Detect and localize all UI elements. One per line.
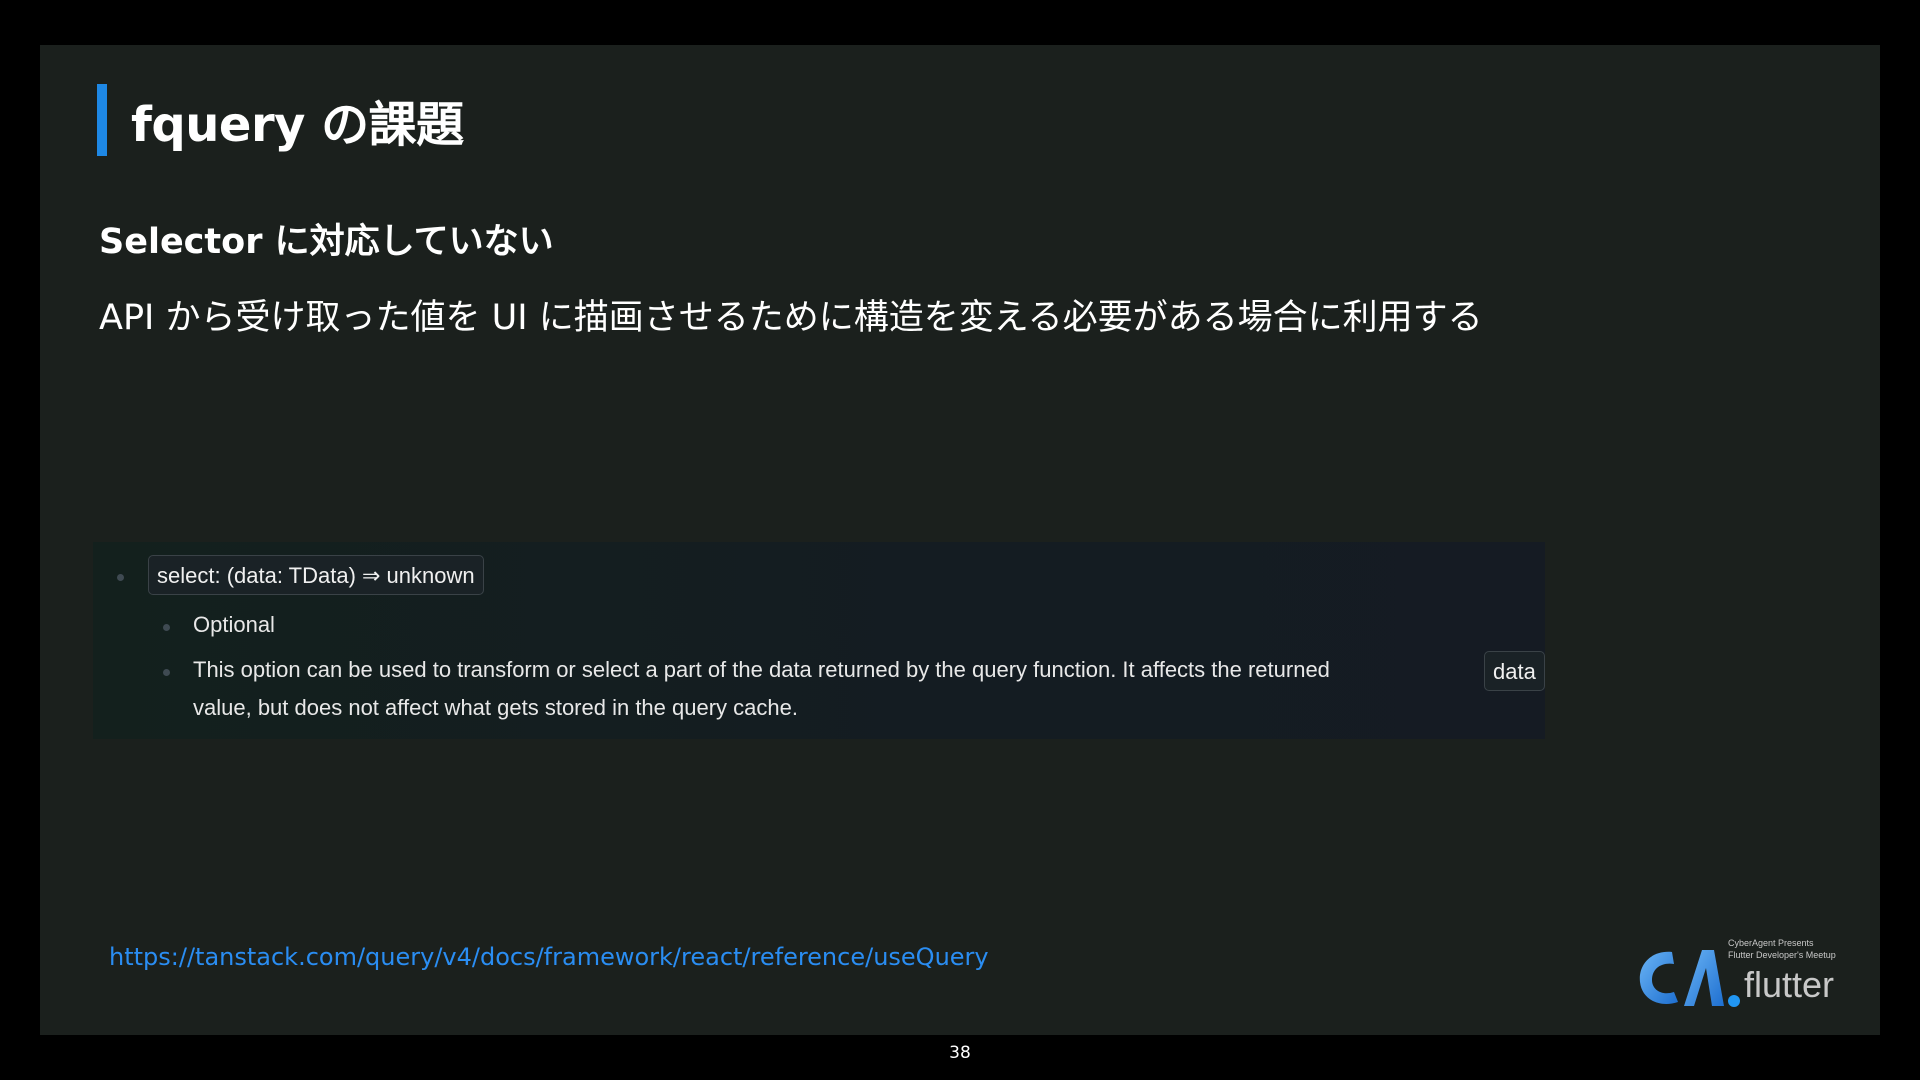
bullet-dot <box>163 624 170 631</box>
slide-title: fquery の課題 <box>131 97 464 153</box>
logo-dot <box>1728 995 1740 1007</box>
reference-link[interactable]: https://tanstack.com/query/v4/docs/frame… <box>109 943 989 971</box>
title-accent-bar <box>97 84 107 156</box>
doc-item-description-line1: This option can be used to transform or … <box>193 657 1330 682</box>
slide: fquery の課題 Selector に対応していない API から受け取った… <box>40 45 1880 1035</box>
bullet-dot <box>117 574 124 581</box>
page-number: 38 <box>949 1043 971 1063</box>
doc-screenshot: select: (data: TData) ⇒ unknown Optional… <box>93 542 1545 739</box>
doc-item-optional: Optional <box>193 612 275 637</box>
inline-code-data: data <box>1484 651 1545 691</box>
logo-wordmark: flutter <box>1744 964 1835 1005</box>
bullet-dot <box>163 669 170 676</box>
signature-code: select: (data: TData) ⇒ unknown <box>148 555 484 595</box>
slide-description: API から受け取った値を UI に描画させるために構造を変える必要がある場合に… <box>99 298 1483 338</box>
ca-flutter-logo: CyberAgent Presents Flutter Developer's … <box>1632 936 1862 1016</box>
doc-item-description-line2: value, but does not affect what gets sto… <box>193 695 798 720</box>
logo-meetup: Flutter Developer's Meetup <box>1728 950 1836 960</box>
slide-subtitle: Selector に対応していない <box>99 222 554 262</box>
title-block: fquery の課題 <box>97 84 464 156</box>
ca-logo-icon <box>1639 950 1724 1006</box>
logo-presents: CyberAgent Presents <box>1728 938 1814 948</box>
stage: fquery の課題 Selector に対応していない API から受け取った… <box>0 0 1920 1080</box>
